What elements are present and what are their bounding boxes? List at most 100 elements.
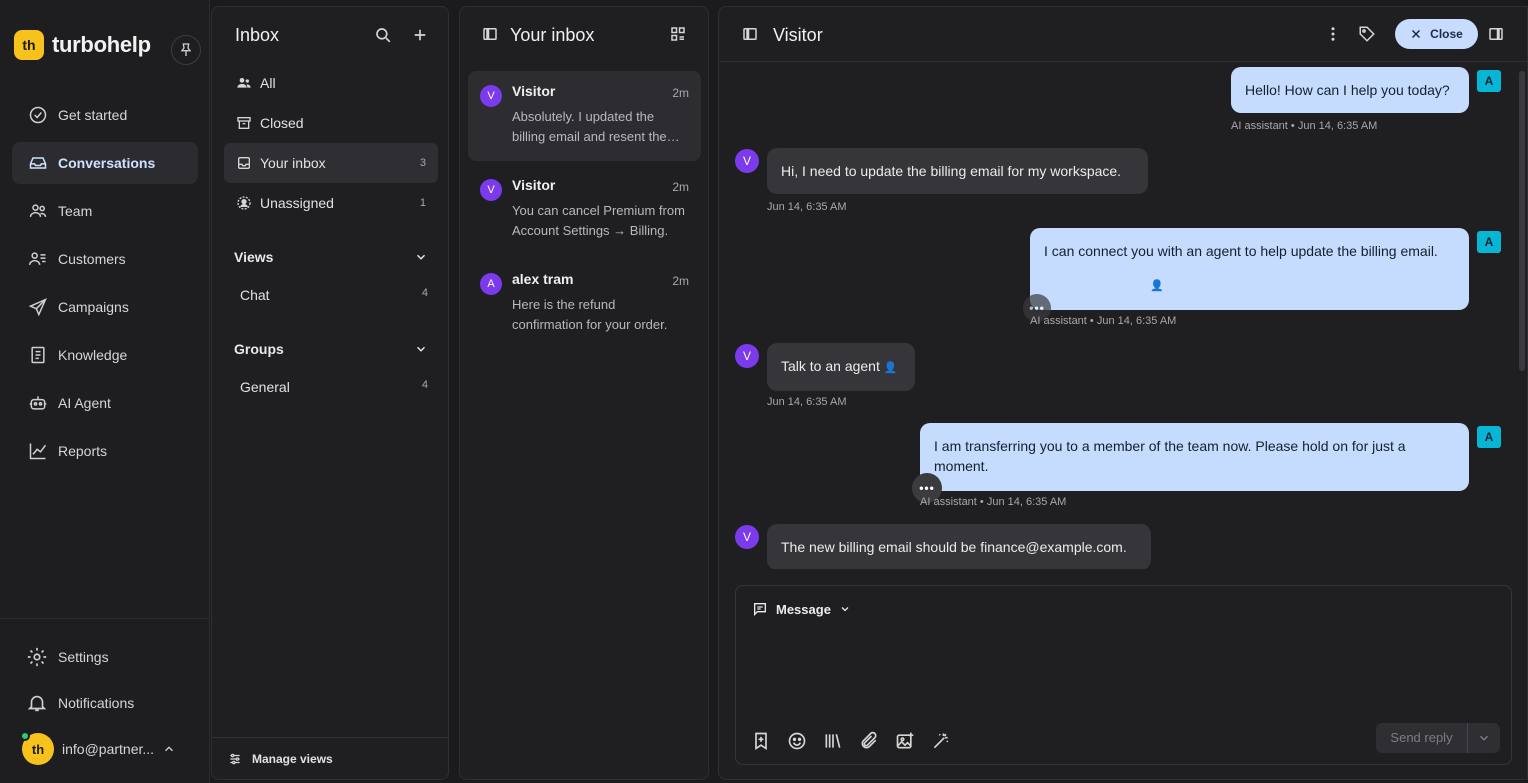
nav-item-get-started[interactable]: Get started [12,94,198,136]
inbox-item-label: Unassigned [260,195,334,211]
robot-icon [29,396,47,410]
inbox-tray-icon [29,157,47,169]
account-email: info@partner... [62,741,155,757]
inbox-item-your-inbox[interactable]: Your inbox 3 [224,143,438,183]
conversation-time: 2m [672,180,689,194]
manage-views-button[interactable]: Manage views [212,737,448,779]
nav-item-settings[interactable]: Settings [26,646,109,668]
groups-section-toggle[interactable]: Groups [234,341,428,357]
account-avatar-text: th [31,741,45,757]
chat-title: Visitor [773,25,823,45]
avatar: A [480,273,502,295]
chart-icon [29,443,47,460]
nav-item-label: Customers [58,251,126,267]
ai-assist-button[interactable] [930,730,952,752]
settings-label: Settings [58,649,109,665]
brand[interactable]: th turbohelp [14,30,151,60]
account-switcher[interactable]: th info@partner... [20,731,176,765]
toggle-inbox-panel-button[interactable] [478,22,502,46]
nav-item-label: Conversations [58,155,156,171]
person-icon: 👤 [883,362,898,374]
composer-mode-label: Message [776,601,831,617]
knowledge-library-button[interactable] [822,730,844,752]
send-reply-button[interactable]: Send reply [1376,723,1468,753]
reply-composer[interactable]: Message Send reply [735,585,1512,765]
customers-icon [28,252,46,265]
conversation-snippet: Here is the refund confirmation for your… [512,297,668,332]
message-text: I can connect you with an agent to help … [1044,243,1438,259]
views-section-toggle[interactable]: Views [234,249,428,265]
nav-item-conversations[interactable]: Conversations [12,142,198,184]
view-item-chat[interactable]: Chat 4 [240,287,428,303]
toggle-details-panel-button[interactable] [1484,22,1508,46]
chat-clip-region: V The new billing email should be financ… [719,517,1509,569]
conversation-item[interactable]: V Visitor 2m You can cancel Premium from… [468,165,701,255]
conversation-list-title: Your inbox [510,25,595,45]
nav-item-notifications[interactable]: Notifications [26,692,134,714]
tag-button[interactable] [1355,22,1379,46]
nav-item-ai-agent[interactable]: AI Agent [12,382,198,424]
conversation-item[interactable]: V Visitor 2m Absolutely. I updated the b… [468,71,701,161]
emoji-button[interactable] [786,730,808,752]
nav-item-reports[interactable]: Reports [12,430,198,472]
composer-toolbar [750,730,952,752]
more-options-button[interactable] [1321,22,1345,46]
chevron-down-icon [1479,735,1489,741]
pin-sidebar-button[interactable] [171,35,201,65]
sidebar-toggle-icon [743,28,757,40]
people-icon [237,78,251,88]
nav-item-campaigns[interactable]: Campaigns [12,286,198,328]
conversation-time: 2m [672,274,689,288]
conversation-item[interactable]: A alex tram 2m Here is the refund confir… [468,259,701,349]
conversation-time: 2m [672,86,689,100]
nav-item-knowledge[interactable]: Knowledge [12,334,198,376]
nav-item-team[interactable]: Team [12,190,198,232]
nav-divider [0,618,210,619]
attach-file-button[interactable] [858,730,880,752]
send-options-button[interactable] [1468,731,1500,745]
message-bubble-visitor: Hi, I need to update the billing email f… [767,148,1148,194]
library-icon [825,734,841,748]
nav-item-customers[interactable]: Customers [12,238,198,280]
nav-item-label: AI Agent [58,395,111,411]
nav-item-label: Campaigns [58,299,129,315]
views-title: Views [234,249,274,265]
view-item-label: Chat [240,287,270,303]
archive-icon [237,117,251,129]
search-button[interactable] [371,23,395,47]
layout-toggle-button[interactable] [666,22,690,46]
paperclip-icon [861,731,877,749]
group-item-count: 4 [421,379,428,391]
message-bubble-visitor: Talk to an agent 👤 [767,343,915,391]
bot-avatar: A [1477,426,1501,448]
gear-icon [27,647,47,667]
account-avatar: th [20,731,54,765]
inbox-item-unassigned[interactable]: Unassigned 1 [224,183,438,223]
visitor-avatar: V [735,344,759,368]
conversation-list-panel: Your inbox V Visitor 2m Absolutely. I up… [459,6,709,780]
book-icon [31,346,45,364]
inbox-item-all[interactable]: All [224,63,438,103]
new-conversation-button[interactable] [408,23,432,47]
more-vertical-icon [1331,27,1335,41]
message-meta: AI assistant • Jun 14, 6:35 AM [1030,315,1177,327]
main-sidebar: th turbohelp Get started Conversations T… [0,0,210,783]
insert-image-button[interactable] [894,730,916,752]
message-icon [754,603,766,616]
chat-scrollbar[interactable] [1519,71,1525,371]
send-reply-group: Send reply [1376,723,1500,753]
message-meta: AI assistant • Jun 14, 6:35 AM [1231,120,1378,132]
group-item-general[interactable]: General 4 [240,379,428,395]
conversation-snippet: You can cancel Premium from Account Sett… [512,203,685,238]
chat-header: Visitor Close [719,7,1527,62]
close-conversation-button[interactable]: Close [1395,19,1478,49]
toggle-list-panel-button[interactable] [738,22,762,46]
online-status-dot [20,731,30,741]
insert-template-button[interactable] [750,730,772,752]
conversation-name: alex tram [512,271,574,287]
check-circle-icon [29,106,47,124]
chevron-down-icon [416,346,426,352]
message-bubble-bot: Hello! How can I help you today? [1231,67,1469,113]
inbox-item-closed[interactable]: Closed [224,103,438,143]
composer-mode-dropdown[interactable]: Message [752,601,851,617]
